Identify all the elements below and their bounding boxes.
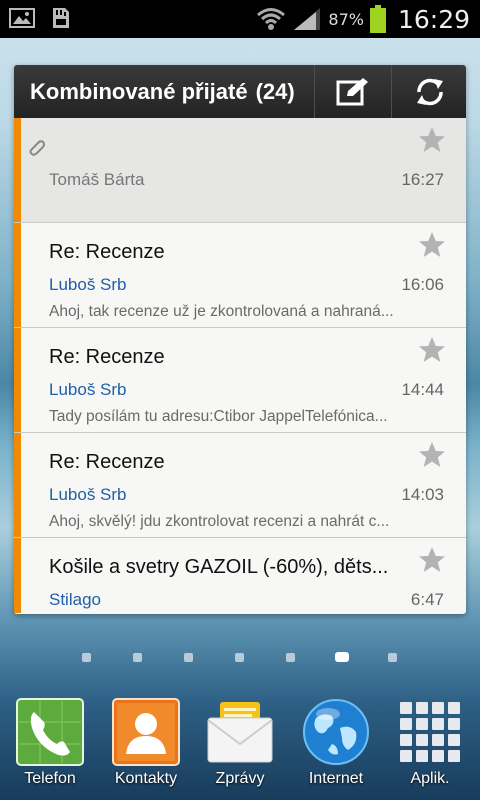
page-dot[interactable] <box>286 653 295 662</box>
phone-icon <box>16 698 84 766</box>
messages-icon <box>207 702 273 763</box>
email-time: 14:03 <box>401 485 444 504</box>
unread-indicator <box>14 433 21 537</box>
email-sender: Luboš Srb <box>49 380 127 399</box>
unread-count: (24) <box>255 79 295 104</box>
dock: Telefon Kontakty Zprávy Internet Aplik. <box>0 692 480 800</box>
wifi-icon <box>257 8 286 30</box>
star-icon[interactable] <box>418 126 446 154</box>
email-item[interactable]: Re: Recenze Luboš Srb 14:03 Ahoj, skvělý… <box>14 433 466 538</box>
dock-label: Internet <box>308 770 364 787</box>
battery-icon <box>369 5 386 33</box>
widget-header: Kombinované přijaté (24) <box>14 65 466 118</box>
battery-percent: 87% <box>328 9 364 29</box>
sd-card-icon <box>53 8 69 28</box>
page-dot-active[interactable] <box>335 652 349 662</box>
email-widget: Kombinované přijaté (24) Tomáš Bárta 16:… <box>14 65 466 614</box>
email-time: 16:27 <box>401 170 444 189</box>
page-indicator <box>0 650 480 664</box>
dock-label: Telefon <box>24 770 76 787</box>
dock-label: Zprávy <box>215 770 265 787</box>
refresh-button[interactable] <box>391 65 466 118</box>
inbox-name: Kombinované přijaté <box>30 79 248 104</box>
gallery-icon <box>9 8 35 28</box>
dock-label: Kontakty <box>114 770 178 787</box>
widget-title[interactable]: Kombinované přijaté (24) <box>30 65 295 118</box>
unread-indicator <box>14 118 21 222</box>
email-item[interactable]: Re: Recenze Luboš Srb 14:44 Tady posílám… <box>14 328 466 433</box>
dock-phone[interactable]: Telefon <box>2 692 98 800</box>
refresh-icon <box>416 78 443 105</box>
page-dot[interactable] <box>82 653 91 662</box>
dock-messages[interactable]: Zprávy <box>192 692 288 800</box>
email-subject: Re: Recenze <box>49 241 165 263</box>
email-sender: Stilago <box>49 590 101 609</box>
star-icon[interactable] <box>418 231 446 259</box>
attachment-icon <box>29 140 45 156</box>
apps-grid-icon <box>400 702 460 762</box>
dock-apps[interactable]: Aplik. <box>382 692 478 800</box>
email-sender: Luboš Srb <box>49 485 127 504</box>
email-item[interactable]: Košile a svetry GAZOIL (-60%), děts... S… <box>14 538 466 613</box>
contacts-icon <box>112 698 180 766</box>
email-item[interactable]: Re: Recenze Luboš Srb 16:06 Ahoj, tak re… <box>14 223 466 328</box>
email-sender: Tomáš Bárta <box>49 170 145 189</box>
unread-indicator <box>14 328 21 432</box>
email-subject: Re: Recenze <box>49 451 165 473</box>
compose-button[interactable] <box>314 65 390 118</box>
dock-internet[interactable]: Internet <box>288 692 384 800</box>
globe-icon <box>303 699 369 765</box>
email-sender: Luboš Srb <box>49 275 127 294</box>
star-icon[interactable] <box>418 546 446 574</box>
email-preview: Tady posílám tu adresu:Ctibor JappelTele… <box>49 408 388 425</box>
email-preview: Ahoj, skvělý! jdu zkontrolovat recenzi a… <box>49 513 390 530</box>
star-icon[interactable] <box>418 441 446 469</box>
unread-indicator <box>14 223 21 327</box>
email-time: 16:06 <box>401 275 444 294</box>
email-item[interactable]: Tomáš Bárta 16:27 <box>14 118 466 223</box>
unread-indicator <box>14 538 21 613</box>
dock-contacts[interactable]: Kontakty <box>98 692 194 800</box>
page-dot[interactable] <box>133 653 142 662</box>
email-subject: Košile a svetry GAZOIL (-60%), děts... <box>49 556 389 578</box>
clock: 16:29 <box>397 4 470 34</box>
dock-label: Aplik. <box>410 770 450 787</box>
page-dot[interactable] <box>388 653 397 662</box>
star-icon[interactable] <box>418 336 446 364</box>
email-preview: Ahoj, tak recenze už je zkontrolovaná a … <box>49 303 394 320</box>
email-subject: Re: Recenze <box>49 346 165 368</box>
page-dot[interactable] <box>184 653 193 662</box>
email-list: Tomáš Bárta 16:27 Re: Recenze Luboš Srb … <box>14 118 466 613</box>
compose-icon <box>336 77 368 105</box>
page-dot[interactable] <box>235 653 244 662</box>
status-bar: 87% 16:29 <box>0 0 480 38</box>
email-time: 14:44 <box>401 380 444 399</box>
email-time: 6:47 <box>410 590 444 609</box>
signal-icon <box>294 8 321 30</box>
